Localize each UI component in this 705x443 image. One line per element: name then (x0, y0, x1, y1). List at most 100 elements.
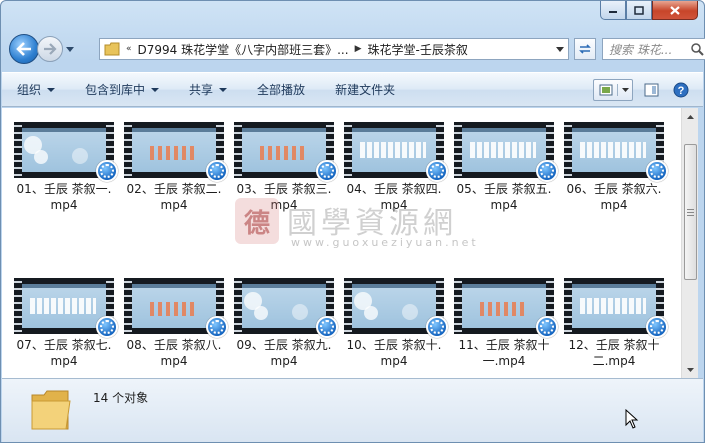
media-player-icon (426, 160, 448, 182)
breadcrumb-parent[interactable]: D7994 珠花学堂《八字内部班三套》... (138, 41, 349, 58)
play-all-button[interactable]: 全部播放 (257, 81, 305, 98)
file-item[interactable]: 05、壬辰 茶叙五.mp4 (449, 122, 559, 213)
file-name: 12、壬辰 茶叙十二.mp4 (568, 338, 660, 368)
refresh-button[interactable] (574, 38, 596, 60)
item-count: 14 个对象 (93, 391, 149, 405)
video-thumbnail (454, 122, 558, 182)
chevron-up-icon (687, 114, 694, 119)
media-player-icon (206, 160, 228, 182)
view-icon (599, 84, 612, 96)
breadcrumb-overflow[interactable]: « (126, 44, 132, 54)
video-thumbnail (454, 278, 558, 338)
forward-button[interactable] (37, 36, 63, 62)
watermark-url: www.guoxueziyuan.net (291, 236, 479, 249)
folder-icon (31, 390, 71, 430)
dropdown-arrow-icon (219, 87, 228, 92)
file-item[interactable]: 04、壬辰 茶叙四.mp4 (339, 122, 449, 213)
share-menu[interactable]: 共享 (189, 81, 228, 98)
address-history-dropdown[interactable] (552, 39, 568, 59)
media-player-icon (96, 160, 118, 182)
media-player-icon (316, 160, 338, 182)
file-name: 07、壬辰 茶叙七.mp4 (16, 338, 112, 368)
close-icon (670, 5, 680, 15)
search-icon[interactable] (689, 42, 705, 56)
breadcrumb-current[interactable]: 珠花学堂-壬辰茶叙 (367, 41, 467, 58)
command-toolbar: 组织 包含到库中 共享 全部播放 新建文件夹 ? (2, 72, 703, 107)
video-thumbnail (234, 278, 338, 338)
media-player-icon (206, 316, 228, 338)
scroll-down-button[interactable] (682, 361, 699, 378)
forward-arrow-icon (44, 43, 57, 55)
media-player-icon (646, 160, 668, 182)
video-thumbnail (124, 122, 228, 182)
preview-pane-icon (644, 83, 658, 97)
video-thumbnail (564, 278, 668, 338)
video-thumbnail (344, 278, 448, 338)
close-button[interactable] (652, 1, 698, 20)
file-name: 06、壬辰 茶叙六.mp4 (566, 182, 662, 212)
change-view-button[interactable] (593, 79, 633, 101)
scroll-up-button[interactable] (682, 108, 699, 125)
file-name: 01、壬辰 茶叙一.mp4 (16, 182, 112, 212)
toolbar-right-group: ? (593, 79, 693, 101)
include-in-library-menu[interactable]: 包含到库中 (85, 81, 160, 98)
scrollbar-thumb[interactable] (684, 144, 697, 280)
video-thumbnail (14, 278, 118, 338)
back-button[interactable] (9, 34, 39, 64)
maximize-icon (634, 5, 644, 15)
chevron-down-icon (621, 88, 629, 92)
file-item[interactable]: 11、壬辰 茶叙十一.mp4 (449, 278, 559, 369)
file-name: 05、壬辰 茶叙五.mp4 (456, 182, 552, 212)
new-folder-button[interactable]: 新建文件夹 (335, 81, 395, 98)
back-arrow-icon (16, 42, 31, 56)
file-item[interactable]: 10、壬辰 茶叙十.mp4 (339, 278, 449, 369)
file-list[interactable]: 01、壬辰 茶叙一.mp4 02、壬辰 茶叙二.mp4 03、壬辰 茶叙三.mp4 0… (2, 108, 681, 378)
video-thumbnail (14, 122, 118, 182)
chevron-down-icon (66, 46, 74, 52)
minimize-icon (609, 11, 617, 13)
refresh-icon (579, 44, 591, 54)
file-item[interactable]: 03、壬辰 茶叙三.mp4 (229, 122, 339, 213)
minimize-button[interactable] (600, 1, 626, 20)
recent-pages-dropdown[interactable] (65, 46, 75, 52)
file-name: 04、壬辰 茶叙四.mp4 (346, 182, 442, 212)
video-thumbnail (234, 122, 338, 182)
file-name: 02、壬辰 茶叙二.mp4 (126, 182, 222, 212)
folder-icon (104, 42, 120, 56)
file-item[interactable]: 02、壬辰 茶叙二.mp4 (119, 122, 229, 213)
dropdown-arrow-icon (151, 87, 160, 92)
dropdown-arrow-icon (47, 87, 56, 92)
search-placeholder: 搜索 珠花... (609, 42, 673, 57)
search-input[interactable]: 搜索 珠花... (602, 38, 705, 60)
chevron-down-icon (556, 46, 564, 52)
media-player-icon (96, 316, 118, 338)
media-player-icon (536, 316, 558, 338)
breadcrumb-separator[interactable]: ▶ (355, 44, 362, 54)
media-player-icon (316, 316, 338, 338)
file-item[interactable]: 01、壬辰 茶叙一.mp4 (9, 122, 119, 213)
file-name: 03、壬辰 茶叙三.mp4 (236, 182, 332, 212)
mouse-cursor-icon (625, 409, 639, 429)
file-name: 10、壬辰 茶叙十.mp4 (346, 338, 442, 368)
file-item[interactable]: 09、壬辰 茶叙九.mp4 (229, 278, 339, 369)
video-thumbnail (124, 278, 228, 338)
vertical-scrollbar[interactable] (681, 108, 698, 378)
media-player-icon (426, 316, 448, 338)
media-player-icon (536, 160, 558, 182)
media-player-icon (646, 316, 668, 338)
svg-text:?: ? (678, 85, 685, 97)
video-thumbnail (564, 122, 668, 182)
file-item[interactable]: 06、壬辰 茶叙六.mp4 (559, 122, 669, 213)
organize-menu[interactable]: 组织 (17, 81, 56, 98)
file-item[interactable]: 07、壬辰 茶叙七.mp4 (9, 278, 119, 369)
help-icon: ? (673, 82, 689, 98)
file-item[interactable]: 08、壬辰 茶叙八.mp4 (119, 278, 229, 369)
caption-buttons (600, 1, 698, 20)
address-bar[interactable]: « D7994 珠花学堂《八字内部班三套》... ▶ 珠花学堂-壬辰茶叙 (99, 38, 569, 60)
explorer-window: « D7994 珠花学堂《八字内部班三套》... ▶ 珠花学堂-壬辰茶叙 搜索 … (0, 0, 705, 443)
details-pane: 14 个对象 (2, 378, 703, 442)
maximize-button[interactable] (626, 1, 652, 20)
preview-pane-button[interactable] (639, 79, 663, 101)
help-button[interactable]: ? (669, 79, 693, 101)
file-item[interactable]: 12、壬辰 茶叙十二.mp4 (559, 278, 669, 369)
